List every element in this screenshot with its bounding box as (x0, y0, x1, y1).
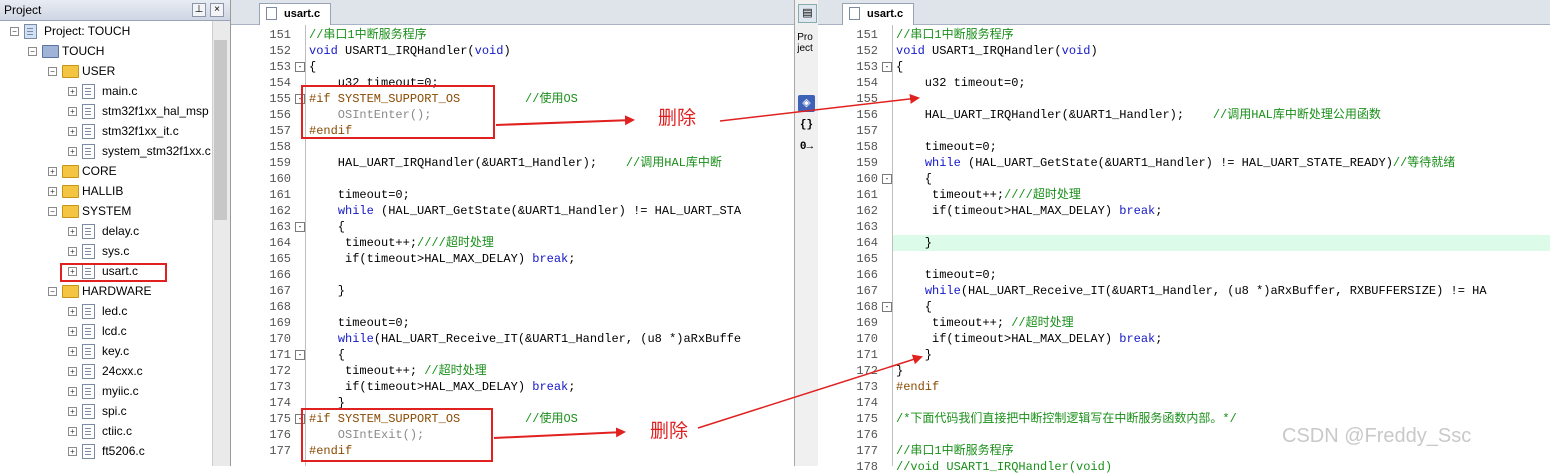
arrow-to-delete-2 (493, 427, 626, 439)
watermark: CSDN @Freddy_Ssc (1282, 425, 1472, 447)
annotation-arrows (493, 93, 923, 439)
arrow-to-right-171 (697, 354, 923, 429)
arrow-to-right-155 (719, 93, 920, 122)
arrow-to-delete-1 (495, 115, 635, 126)
